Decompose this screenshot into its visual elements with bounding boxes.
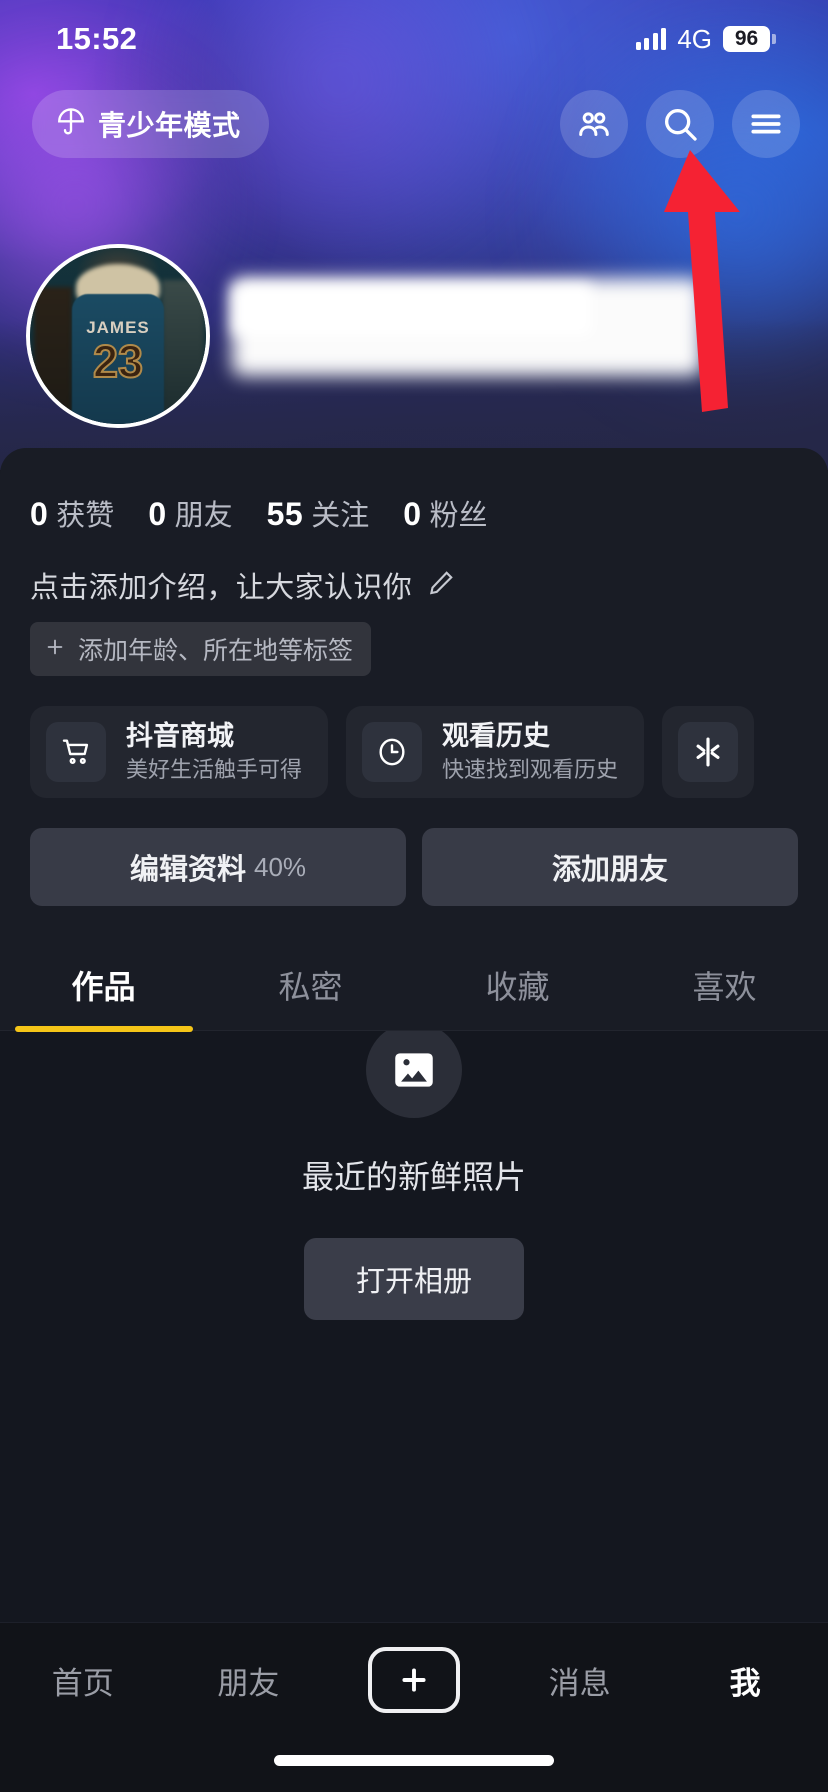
stat-label: 关注 [311,500,370,532]
stat-following[interactable]: 55 关注 [267,492,370,534]
stat-label: 获赞 [56,500,115,532]
bio-placeholder: 点击添加介绍，让大家认识你 [30,572,413,604]
shortcut-cards: 抖音商城 美好生活触手可得 观看历史 快速找到观看历史 [0,676,828,798]
nav-item-home[interactable]: 首页 [23,1649,143,1711]
tab-label: 作品 [71,969,136,1005]
shortcut-title: 抖音商城 [126,721,234,752]
avatar[interactable]: JAMES 23 [26,244,210,428]
shortcut-subtitle: 美好生活触手可得 [126,757,303,783]
add-tag-label: 添加年龄、所在地等标签 [78,637,354,665]
shopping-cart-icon [46,722,106,782]
bio-row[interactable]: 点击添加介绍，让大家认识你 [0,534,828,606]
shortcut-card-douyin[interactable] [662,706,755,798]
friends-icon[interactable] [560,90,628,158]
nav-label: 消息 [548,1665,611,1701]
profile-card: 0 获赞 0 朋友 55 关注 0 粉丝 点击添加介绍，让大家认识你 添加年龄、… [0,448,828,1031]
bottom-nav: 首页 朋友 消息 我 [0,1622,828,1792]
pencil-icon[interactable] [426,568,456,603]
nav-item-create[interactable] [354,1647,474,1713]
battery-icon: 96 [723,25,776,53]
clock-icon [362,722,423,782]
status-time: 15:52 [56,21,138,56]
shortcut-title: 观看历史 [442,721,551,752]
edit-profile-label: 编辑资料 [129,854,246,886]
shortcut-card-mall[interactable]: 抖音商城 美好生活触手可得 [30,706,329,798]
tab-label: 喜欢 [692,969,757,1005]
home-indicator [274,1755,554,1766]
tab-works[interactable]: 作品 [0,948,207,1030]
teen-mode-label: 青少年模式 [98,110,241,141]
add-tag-button[interactable]: 添加年龄、所在地等标签 [30,622,372,676]
stat-likes[interactable]: 0 获赞 [30,492,114,534]
content-tabs: 作品 私密 收藏 喜欢 [0,948,828,1031]
teen-mode-button[interactable]: 青少年模式 [32,90,269,158]
tab-private[interactable]: 私密 [207,948,414,1030]
stat-label: 朋友 [174,500,233,532]
stat-friends[interactable]: 0 朋友 [148,492,232,534]
add-friend-label: 添加朋友 [551,854,668,886]
open-album-button[interactable]: 打开相册 [303,1238,524,1320]
shortcut-card-history[interactable]: 观看历史 快速找到观看历史 [346,706,645,798]
avatar-jersey-number: 23 [92,335,144,388]
status-bar: 15:52 4G 96 [0,0,828,78]
stat-value: 55 [266,496,304,532]
stat-value: 0 [403,496,422,532]
nav-label: 朋友 [217,1665,280,1701]
photo-icon [366,1022,462,1118]
stat-followers[interactable]: 0 粉丝 [403,492,487,534]
shortcut-subtitle: 快速找到观看历史 [442,757,619,783]
tab-label: 私密 [278,969,343,1005]
signal-bars-icon [635,28,667,50]
empty-state: 最近的新鲜照片 打开相册 [0,1022,828,1320]
network-type-label: 4G [677,23,712,54]
nav-label: 我 [729,1665,761,1701]
umbrella-icon [56,107,86,142]
nav-item-friends[interactable]: 朋友 [188,1649,308,1711]
stat-label: 粉丝 [429,500,488,532]
stat-value: 0 [30,496,49,532]
profile-action-buttons: 编辑资料 40% 添加朋友 [0,798,828,906]
status-indicators: 4G 96 [635,23,776,55]
plus-icon[interactable] [367,1647,460,1713]
nav-label: 首页 [51,1665,114,1701]
edit-profile-button[interactable]: 编辑资料 40% [30,828,406,906]
battery-level-label: 96 [723,25,770,53]
annotation-arrow-icon [664,150,740,412]
edit-profile-percent: 40% [253,851,307,882]
top-bar-actions [560,90,800,158]
profile-stats: 0 获赞 0 朋友 55 关注 0 粉丝 [0,448,828,534]
stat-value: 0 [148,496,167,532]
menu-icon[interactable] [732,90,800,158]
plus-icon [44,636,66,663]
tab-likes[interactable]: 喜欢 [621,948,828,1030]
add-friend-button[interactable]: 添加朋友 [422,828,798,906]
nav-item-messages[interactable]: 消息 [520,1649,640,1711]
search-icon[interactable] [646,90,714,158]
tag-row: 添加年龄、所在地等标签 [0,606,828,676]
nav-item-me[interactable]: 我 [685,1649,805,1711]
username-redaction [232,284,592,336]
empty-state-title: 最近的新鲜照片 [301,1159,526,1195]
douyin-star-icon [678,722,739,782]
tab-favorites[interactable]: 收藏 [414,948,621,1030]
tab-label: 收藏 [485,969,550,1005]
